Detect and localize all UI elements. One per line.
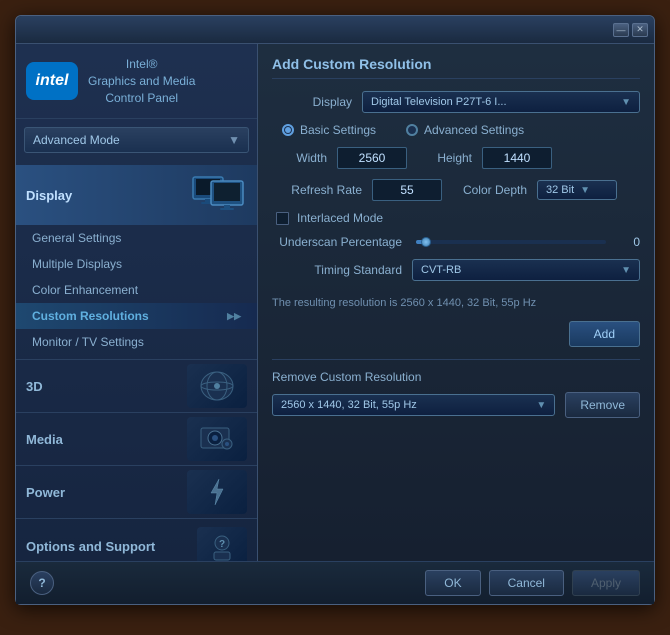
underscan-thumb[interactable] (421, 237, 431, 247)
remove-dropdown-value: 2560 x 1440, 32 Bit, 55p Hz (281, 399, 417, 411)
minimize-button[interactable]: — (613, 23, 629, 37)
sidebar-item-3d[interactable]: 3D (16, 359, 257, 412)
basic-settings-radio[interactable]: Basic Settings (282, 123, 376, 137)
display-dropdown-value: Digital Television P27T-6 I... (371, 96, 507, 108)
interlaced-row: Interlaced Mode (272, 211, 640, 225)
remove-button[interactable]: Remove (565, 392, 640, 418)
timing-label: Timing Standard (272, 263, 402, 277)
display-icon-area (191, 173, 247, 217)
underscan-slider[interactable] (416, 240, 606, 244)
panel-title: Add Custom Resolution (272, 56, 640, 79)
mode-label: Advanced Mode (33, 133, 120, 147)
display-row: Display Digital Television P27T-6 I... ▼ (272, 91, 640, 113)
display-dropdown[interactable]: Digital Television P27T-6 I... ▼ (362, 91, 640, 113)
remove-section-title: Remove Custom Resolution (272, 370, 640, 384)
app-title: Intel® Graphics and Media Control Panel (88, 56, 195, 106)
refresh-color-row: Refresh Rate Color Depth 32 Bit ▼ (272, 179, 640, 201)
display-monitors-icon (191, 173, 247, 217)
mode-selector[interactable]: Advanced Mode ▼ (24, 127, 249, 153)
power-icon (187, 470, 247, 514)
color-depth-arrow-icon: ▼ (580, 185, 590, 196)
sidebar-display-label: Display (26, 188, 72, 203)
add-button[interactable]: Add (569, 321, 640, 347)
timing-dropdown[interactable]: CVT-RB ▼ (412, 259, 640, 281)
sidebar-item-power[interactable]: Power (16, 465, 257, 518)
add-button-row: Add (272, 321, 640, 347)
basic-settings-radio-indicator (282, 124, 294, 136)
help-button[interactable]: ? (30, 571, 54, 595)
3d-icon (187, 364, 247, 408)
color-depth-dropdown[interactable]: 32 Bit ▼ (537, 180, 617, 200)
options-icon: ? (197, 527, 247, 561)
sidebar-item-media[interactable]: Media (16, 412, 257, 465)
remove-dropdown-arrow-icon: ▼ (536, 400, 546, 411)
basic-settings-label: Basic Settings (300, 123, 376, 137)
dimensions-row: Width Height (272, 147, 640, 169)
color-depth-label: Color Depth (452, 183, 527, 197)
remove-dropdown[interactable]: 2560 x 1440, 32 Bit, 55p Hz ▼ (272, 394, 555, 416)
sidebar-item-options-support[interactable]: Options and Support ? (16, 518, 257, 561)
main-window: — ✕ intel Intel® Graphics and Media Cont… (15, 15, 655, 605)
width-input[interactable] (337, 147, 407, 169)
height-label: Height (417, 151, 472, 165)
sidebar-item-color-enhancement[interactable]: Color Enhancement (16, 277, 257, 303)
timing-value: CVT-RB (421, 264, 461, 276)
result-text: The resulting resolution is 2560 x 1440,… (272, 293, 640, 313)
interlaced-checkbox[interactable] (276, 212, 289, 225)
height-input[interactable] (482, 147, 552, 169)
underscan-row: Underscan Percentage 0 (272, 235, 640, 249)
advanced-settings-label: Advanced Settings (424, 123, 524, 137)
display-section: Display (16, 161, 257, 359)
interlaced-label: Interlaced Mode (297, 211, 383, 225)
color-depth-value: 32 Bit (546, 184, 574, 196)
main-content: intel Intel® Graphics and Media Control … (16, 44, 654, 561)
apply-button[interactable]: Apply (572, 570, 640, 596)
sub-items-list: General Settings Multiple Displays Color… (16, 225, 257, 355)
width-label: Width (272, 151, 327, 165)
underscan-label: Underscan Percentage (272, 235, 402, 249)
refresh-label: Refresh Rate (272, 183, 362, 197)
sidebar-item-custom-resolutions[interactable]: Custom Resolutions (16, 303, 257, 329)
sidebar-item-display[interactable]: Display (16, 165, 257, 225)
sidebar-item-monitor-settings[interactable]: Monitor / TV Settings (16, 329, 257, 355)
display-label: Display (272, 95, 362, 109)
bottom-bar: ? OK Cancel Apply (16, 561, 654, 604)
settings-mode-radio-group: Basic Settings Advanced Settings (272, 123, 640, 137)
advanced-settings-radio[interactable]: Advanced Settings (406, 123, 524, 137)
intel-logo-text: intel (36, 72, 69, 90)
cancel-button[interactable]: Cancel (489, 570, 564, 596)
close-button[interactable]: ✕ (632, 23, 648, 37)
intel-logo: intel (26, 62, 78, 100)
ok-button[interactable]: OK (425, 570, 480, 596)
underscan-value: 0 (620, 235, 640, 249)
right-panel: Add Custom Resolution Display Digital Te… (258, 44, 654, 561)
display-dropdown-arrow-icon: ▼ (621, 97, 631, 108)
remove-row: 2560 x 1440, 32 Bit, 55p Hz ▼ Remove (272, 392, 640, 418)
mode-arrow-icon: ▼ (228, 133, 240, 147)
sidebar-item-multiple-displays[interactable]: Multiple Displays (16, 251, 257, 277)
timing-arrow-icon: ▼ (621, 265, 631, 276)
sidebar-header: intel Intel® Graphics and Media Control … (16, 44, 257, 119)
svg-text:?: ? (219, 539, 225, 550)
media-icon (187, 417, 247, 461)
title-bar: — ✕ (16, 16, 654, 44)
refresh-input[interactable] (372, 179, 442, 201)
timing-row: Timing Standard CVT-RB ▼ (272, 259, 640, 281)
remove-section: Remove Custom Resolution 2560 x 1440, 32… (272, 359, 640, 418)
sidebar-item-general-settings[interactable]: General Settings (16, 225, 257, 251)
advanced-settings-radio-indicator (406, 124, 418, 136)
sidebar: intel Intel® Graphics and Media Control … (16, 44, 258, 561)
